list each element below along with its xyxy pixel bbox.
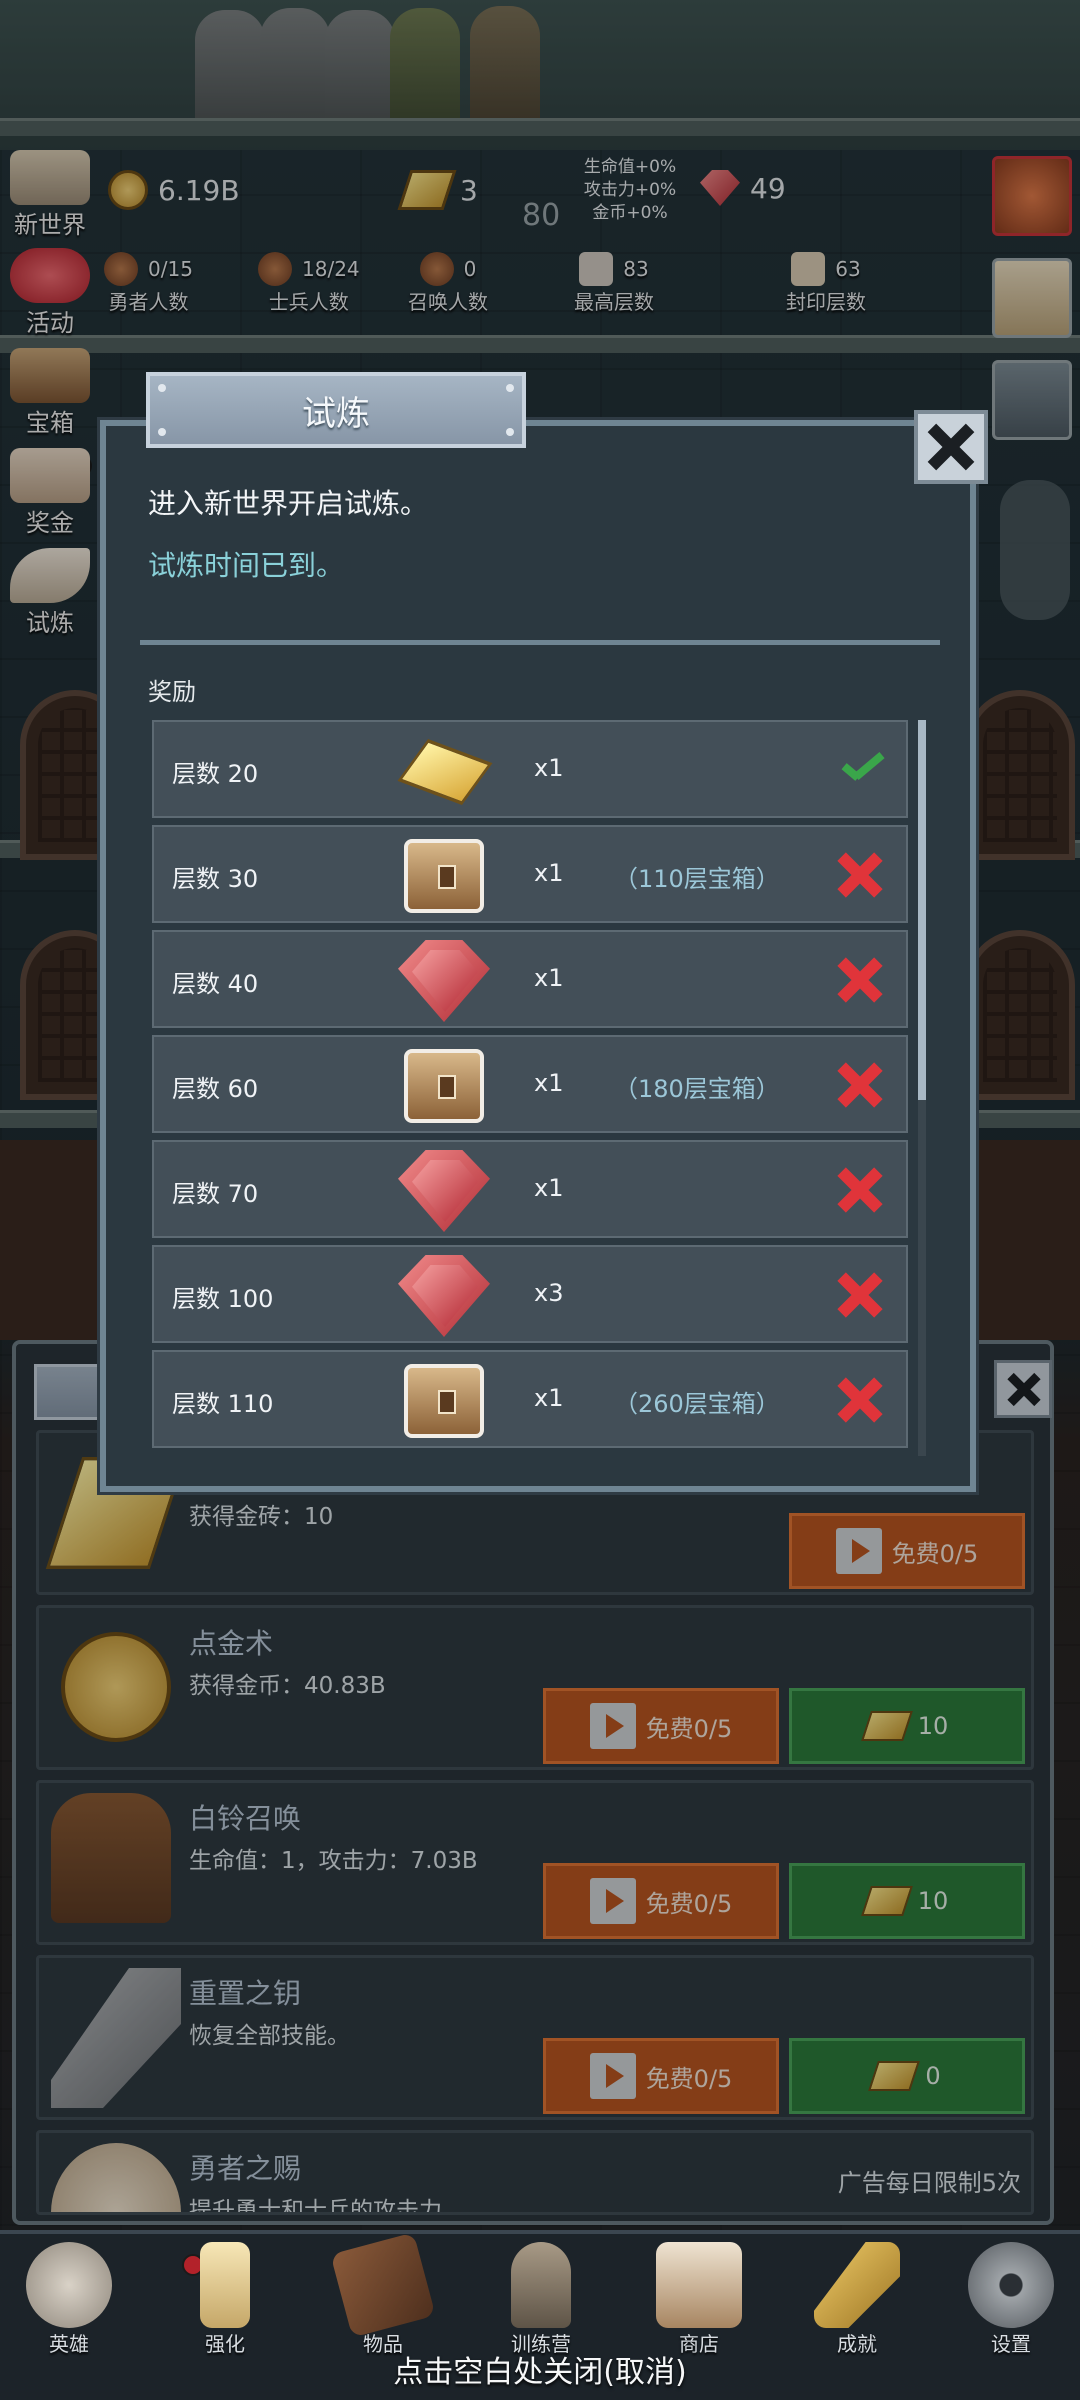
ruby-icon (398, 940, 490, 1022)
reward-qty: x1 (534, 1174, 564, 1202)
gold-bar-icon (397, 730, 493, 812)
reward-qty: x1 (534, 964, 564, 992)
reward-qty: x1 (534, 1069, 564, 1097)
skull-icon (26, 2242, 112, 2328)
rivet (506, 428, 514, 436)
reward-list[interactable]: 层数 20 x1 层数 30 x1 （110层宝箱） 层数 40 x1 层数 6… (152, 720, 908, 1450)
reward-row: 层数 100 x3 (152, 1245, 908, 1343)
gear-icon (968, 2242, 1054, 2328)
tap-to-close-hint[interactable]: 点击空白处关闭(取消) (0, 2347, 1080, 2391)
nav-items[interactable]: 物品 (328, 2232, 438, 2362)
reward-row: 层数 20 x1 (152, 720, 908, 818)
ruby-icon (398, 1150, 490, 1232)
nav-enhance[interactable]: 强化 (170, 2242, 280, 2362)
chest-icon (398, 1360, 490, 1442)
nav-settings[interactable]: 设置 (956, 2242, 1066, 2362)
reward-qty: x1 (534, 754, 564, 782)
cross-icon (834, 954, 886, 1006)
modal-close-button[interactable] (914, 410, 988, 484)
nav-shop[interactable]: 商店 (644, 2242, 754, 2362)
game-screen: 6.19B 3 80 生命值+0% 攻击力+0% 金币+0% 49 0/15 勇… (0, 0, 1080, 2400)
reward-level: 层数 100 (172, 1285, 274, 1313)
rivet (158, 384, 166, 392)
rivet (158, 428, 166, 436)
reward-heading: 奖励 (148, 678, 196, 706)
cross-icon (834, 1059, 886, 1111)
reward-level: 层数 110 (172, 1390, 274, 1418)
rivet (506, 384, 514, 392)
candle-icon (200, 2242, 250, 2328)
reward-scroll-thumb[interactable] (918, 720, 926, 1100)
reward-note: （180层宝箱） (614, 1075, 780, 1103)
reward-row: 层数 30 x1 （110层宝箱） (152, 825, 908, 923)
cross-icon (834, 1269, 886, 1321)
book-icon (330, 2232, 436, 2338)
key-icon (814, 2242, 900, 2328)
divider (140, 640, 940, 645)
trial-time-text: 试炼时间已到。 (148, 549, 345, 582)
chest-icon (398, 1045, 490, 1127)
nav-achievements[interactable]: 成就 (802, 2242, 912, 2362)
reward-level: 层数 70 (172, 1180, 259, 1208)
lantern-icon (511, 2242, 571, 2328)
reward-level: 层数 30 (172, 865, 259, 893)
reward-row: 层数 40 x1 (152, 930, 908, 1028)
mug-icon (656, 2242, 742, 2328)
reward-row: 层数 110 x1 （260层宝箱） (152, 1350, 908, 1448)
trial-info-text: 进入新世界开启试炼。 (148, 487, 429, 520)
reward-row: 层数 60 x1 （180层宝箱） (152, 1035, 908, 1133)
ruby-icon (398, 1255, 490, 1337)
nav-training[interactable]: 训练营 (486, 2242, 596, 2362)
reward-row: 层数 70 x1 (152, 1140, 908, 1238)
cross-icon (834, 1164, 886, 1216)
reward-level: 层数 40 (172, 970, 259, 998)
modal-title: 试炼 (302, 393, 370, 434)
chest-icon (398, 835, 490, 917)
reward-note: （260层宝箱） (614, 1390, 780, 1418)
reward-level: 层数 60 (172, 1075, 259, 1103)
cross-icon (834, 1374, 886, 1426)
reward-qty: x3 (534, 1279, 564, 1307)
nav-heroes[interactable]: 英雄 (14, 2242, 124, 2362)
reward-level: 层数 20 (172, 760, 259, 788)
modal-title-plate: 试炼 (146, 372, 526, 448)
reward-qty: x1 (534, 859, 564, 887)
reward-qty: x1 (534, 1384, 564, 1412)
cross-icon (834, 849, 886, 901)
check-icon (834, 744, 886, 796)
reward-note: （110层宝箱） (614, 865, 780, 893)
